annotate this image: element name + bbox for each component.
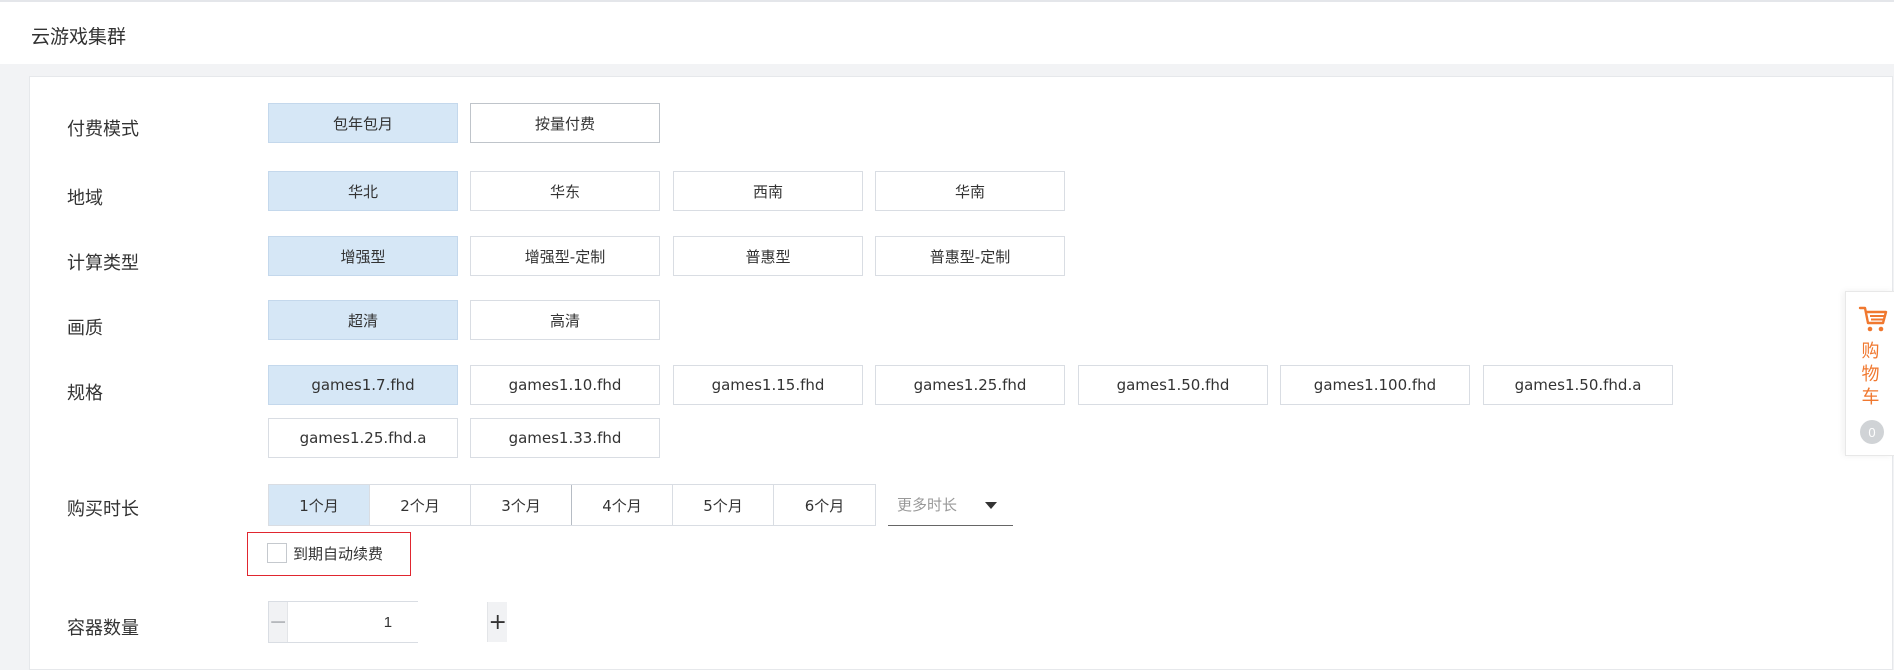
duration-option-1-month[interactable]: 1个月 (269, 485, 370, 525)
more-duration-select[interactable]: 更多时长 (888, 484, 1013, 526)
billing-option-monthly[interactable]: 包年包月 (268, 103, 458, 143)
spec-label: 规格 (67, 383, 103, 404)
page-header: 云游戏集群 (0, 2, 1894, 64)
cart-count-badge: 0 (1860, 420, 1884, 444)
region-label: 地域 (67, 188, 103, 209)
cart-label: 购 物 车 (1846, 340, 1894, 409)
region-option-south-china[interactable]: 华南 (875, 171, 1065, 211)
spec-option[interactable]: games1.25.fhd.a (268, 418, 458, 458)
quantity-stepper: − + (268, 601, 507, 643)
compute-option-enhanced-custom[interactable]: 增强型-定制 (470, 236, 660, 276)
spec-option[interactable]: games1.100.fhd (1280, 365, 1470, 405)
duration-option-5-months[interactable]: 5个月 (673, 485, 774, 525)
billing-mode-label: 付费模式 (67, 119, 139, 140)
duration-label: 购买时长 (67, 499, 139, 520)
region-option-east-china[interactable]: 华东 (470, 171, 660, 211)
compute-option-standard[interactable]: 普惠型 (673, 236, 863, 276)
decrement-button[interactable]: − (269, 602, 289, 642)
spec-option[interactable]: games1.50.fhd (1078, 365, 1268, 405)
duration-option-2-months[interactable]: 2个月 (370, 485, 471, 525)
shopping-cart-widget[interactable]: 购 物 车 0 (1845, 291, 1894, 456)
cart-label-char: 物 (1861, 364, 1880, 385)
auto-renew-label[interactable]: 到期自动续费 (293, 543, 383, 564)
duration-option-3-months[interactable]: 3个月 (471, 485, 572, 525)
billing-option-pay-as-you-go[interactable]: 按量付费 (470, 103, 660, 143)
chevron-down-icon (985, 502, 997, 509)
more-duration-placeholder: 更多时长 (897, 496, 958, 514)
spec-option[interactable]: games1.50.fhd.a (1483, 365, 1673, 405)
duration-option-6-months[interactable]: 6个月 (774, 485, 875, 525)
quality-label: 画质 (67, 318, 103, 339)
spec-option[interactable]: games1.7.fhd (268, 365, 458, 405)
duration-options: 1个月 2个月 3个月 4个月 5个月 6个月 (268, 484, 876, 526)
quantity-input[interactable] (288, 602, 488, 642)
compute-option-standard-custom[interactable]: 普惠型-定制 (875, 236, 1065, 276)
region-option-southwest[interactable]: 西南 (673, 171, 863, 211)
compute-option-enhanced[interactable]: 增强型 (268, 236, 458, 276)
spec-option[interactable]: games1.33.fhd (470, 418, 660, 458)
spec-option[interactable]: games1.25.fhd (875, 365, 1065, 405)
quantity-label: 容器数量 (67, 618, 139, 639)
spec-option[interactable]: games1.15.fhd (673, 365, 863, 405)
auto-renew-checkbox[interactable] (267, 543, 287, 563)
quality-option-hd[interactable]: 高清 (470, 300, 660, 340)
region-option-north-china[interactable]: 华北 (268, 171, 458, 211)
cart-icon (1858, 306, 1888, 332)
increment-button[interactable]: + (487, 602, 507, 642)
cart-label-char: 车 (1861, 387, 1880, 408)
compute-type-label: 计算类型 (67, 253, 139, 274)
page-title: 云游戏集群 (31, 26, 127, 48)
duration-option-4-months[interactable]: 4个月 (572, 485, 673, 525)
cart-label-char: 购 (1861, 341, 1880, 362)
spec-option[interactable]: games1.10.fhd (470, 365, 660, 405)
quality-option-ultra-hd[interactable]: 超清 (268, 300, 458, 340)
